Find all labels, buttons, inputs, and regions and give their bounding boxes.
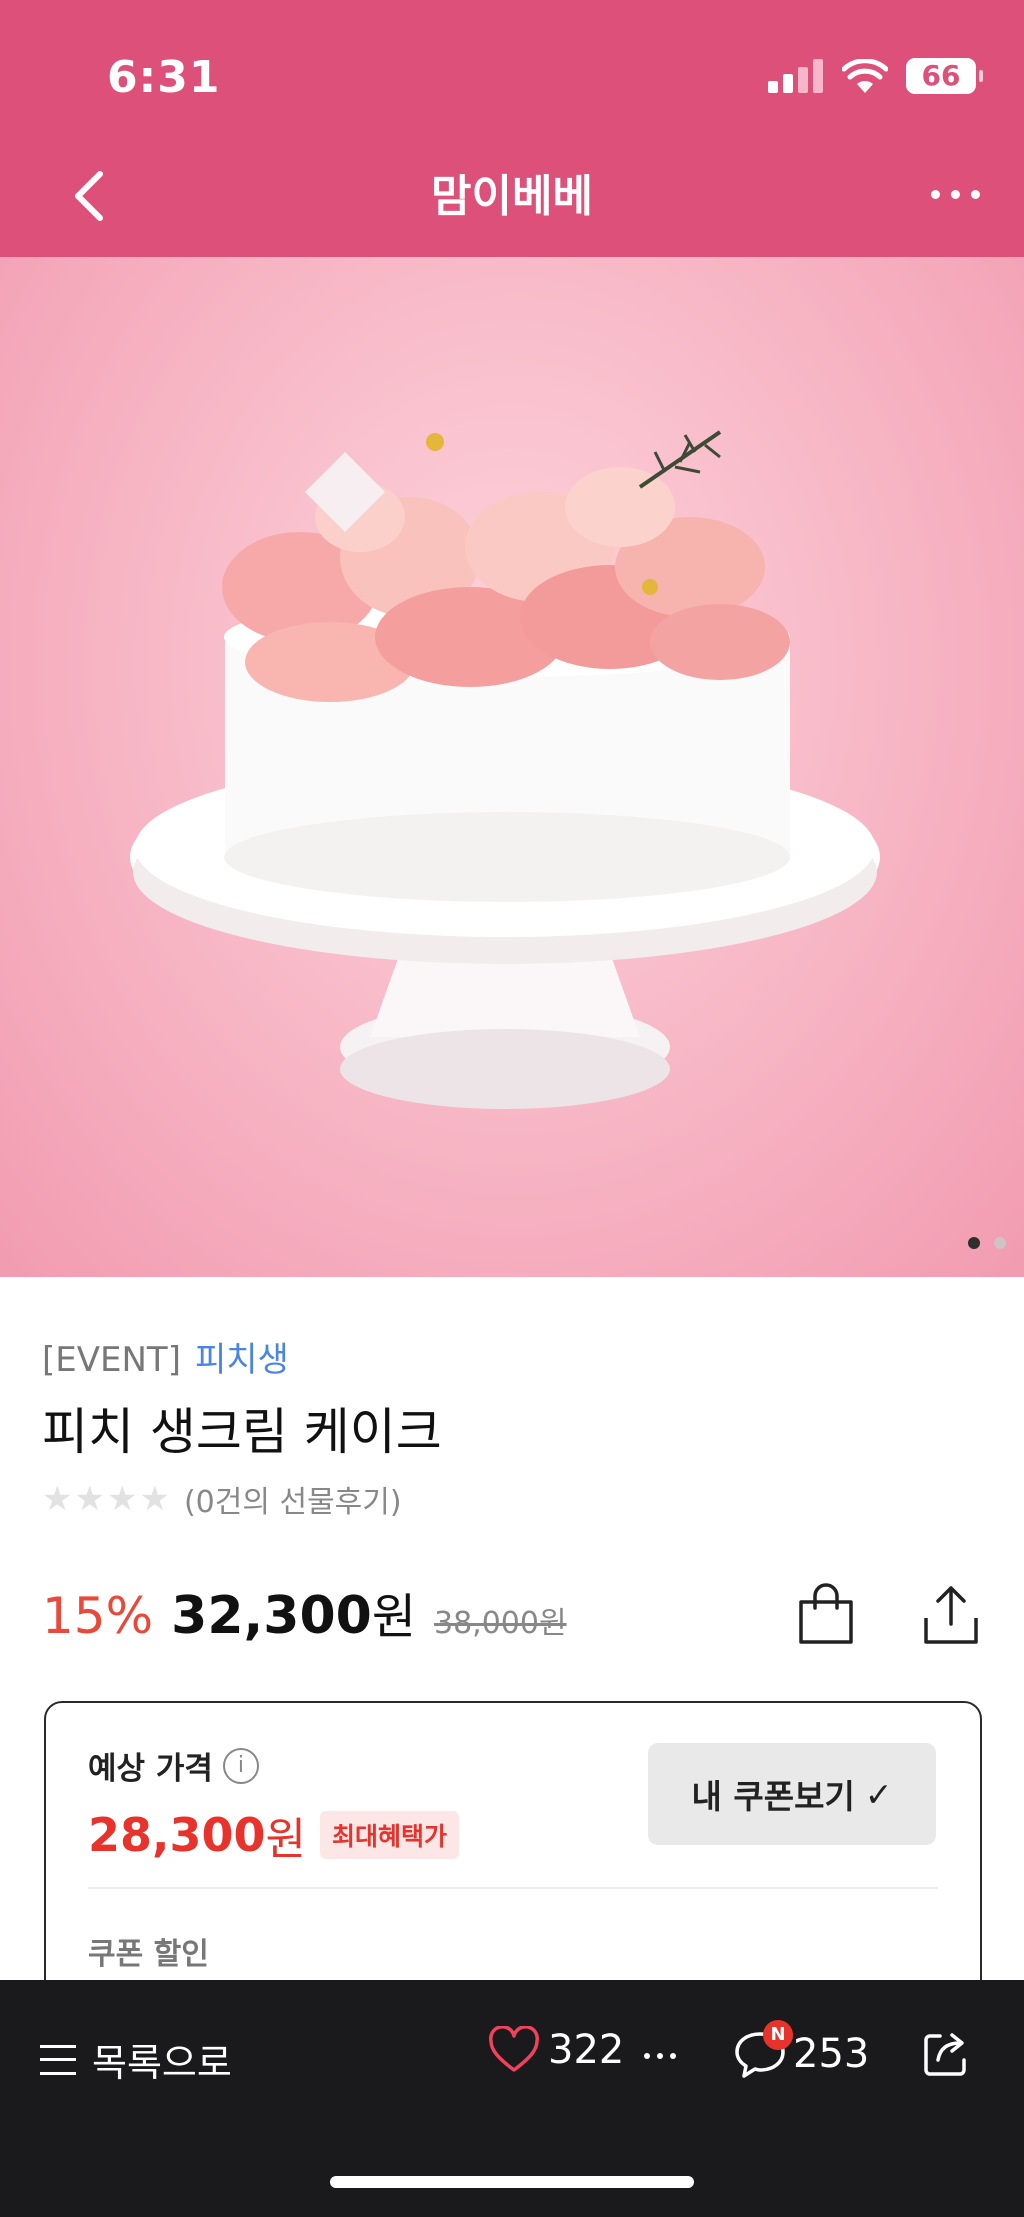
pagination-dot-active[interactable]: [968, 1237, 980, 1249]
max-benefit-badge: 최대혜택가: [320, 1811, 460, 1859]
sale-price: 32,300: [171, 1586, 372, 1646]
menu-lines-icon: [40, 2044, 76, 2075]
category-line: [EVENT] 피치생: [42, 1332, 289, 1381]
battery-indicator: 66: [906, 58, 983, 94]
review-count: (0건의 선물후기): [183, 1485, 402, 1520]
page-title: 맘이베베: [431, 171, 593, 222]
category-tag-link[interactable]: 피치생: [195, 1340, 289, 1380]
bottom-toolbar: 목록으로 322 N 253: [0, 1980, 1024, 2217]
estimated-price-label: 예상 가격: [88, 1751, 213, 1787]
status-time: 6:31: [107, 52, 221, 103]
like-count: 322: [548, 2027, 625, 2073]
gallery-pagination: [968, 1237, 1006, 1249]
share-upload-icon[interactable]: [920, 1582, 982, 1646]
comment-icon-wrap: N: [733, 2020, 793, 2082]
share-icon[interactable]: [920, 2028, 970, 2078]
peach-cake-illustration: [130, 430, 880, 1109]
pagination-dot[interactable]: [994, 1237, 1006, 1249]
wifi-icon: [842, 59, 888, 93]
event-label: [EVENT]: [42, 1340, 181, 1380]
comment-button[interactable]: N 253: [733, 2020, 870, 2082]
more-dots-icon[interactable]: [644, 2053, 676, 2059]
estimated-price-unit: 원: [265, 1814, 306, 1865]
star-icon: ★: [42, 1479, 73, 1519]
back-to-list-button[interactable]: 목록으로: [40, 2032, 232, 2087]
product-title: 피치 생크림 케이크: [42, 1403, 442, 1461]
home-indicator[interactable]: [330, 2176, 694, 2188]
star-icon: ★: [74, 1479, 105, 1519]
check-icon: ✓: [864, 1774, 893, 1814]
product-image[interactable]: [0, 257, 1024, 1277]
back-to-list-label: 목록으로: [92, 2041, 232, 2085]
divider: [88, 1887, 938, 1889]
top-header: 6:31 66 맘이베베: [0, 0, 1024, 257]
more-options-icon[interactable]: [931, 190, 980, 199]
status-icons: 66: [768, 58, 983, 94]
original-price: 38,000원: [433, 1606, 567, 1641]
my-coupon-button[interactable]: 내 쿠폰보기 ✓: [648, 1743, 936, 1845]
estimated-price-label-row: 예상 가격 i: [88, 1743, 259, 1788]
info-icon[interactable]: i: [222, 1747, 259, 1784]
price-row: 15% 32,300 원 38,000원: [42, 1577, 567, 1647]
star-icon: ★: [139, 1479, 170, 1519]
like-button[interactable]: 322: [488, 2026, 624, 2074]
rating-row[interactable]: ★ ★ ★ ★ (0건의 선물후기): [42, 1477, 402, 1521]
heart-icon: [488, 2026, 540, 2072]
shopping-bag-icon[interactable]: [795, 1582, 857, 1646]
estimated-price-row: 28,300 원 최대혜택가: [88, 1803, 460, 1867]
star-icon: ★: [106, 1479, 138, 1519]
estimated-price: 28,300: [88, 1808, 266, 1862]
sale-price-unit: 원: [371, 1589, 416, 1645]
my-coupon-label: 내 쿠폰보기: [691, 1777, 855, 1816]
coupon-discount-label: 쿠폰 할인: [88, 1937, 209, 1972]
comment-count: 253: [793, 2031, 870, 2077]
new-badge: N: [763, 2020, 793, 2050]
discount-rate: 15%: [42, 1587, 154, 1645]
cellular-signal-icon: [768, 59, 823, 93]
